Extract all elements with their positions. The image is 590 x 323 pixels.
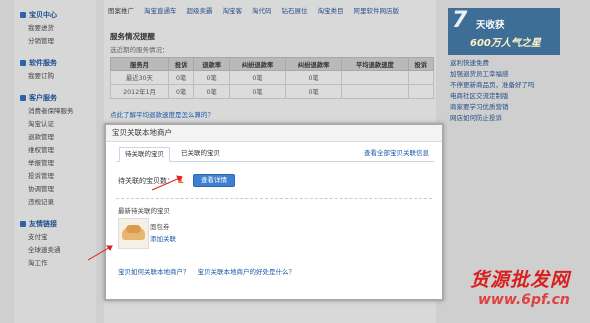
arrowhead-view xyxy=(176,175,183,183)
arrow-to-view-button xyxy=(151,176,183,191)
watermark-title: 货源批发网 xyxy=(470,269,571,291)
watermark-url: www.6pf.cn xyxy=(478,292,570,308)
